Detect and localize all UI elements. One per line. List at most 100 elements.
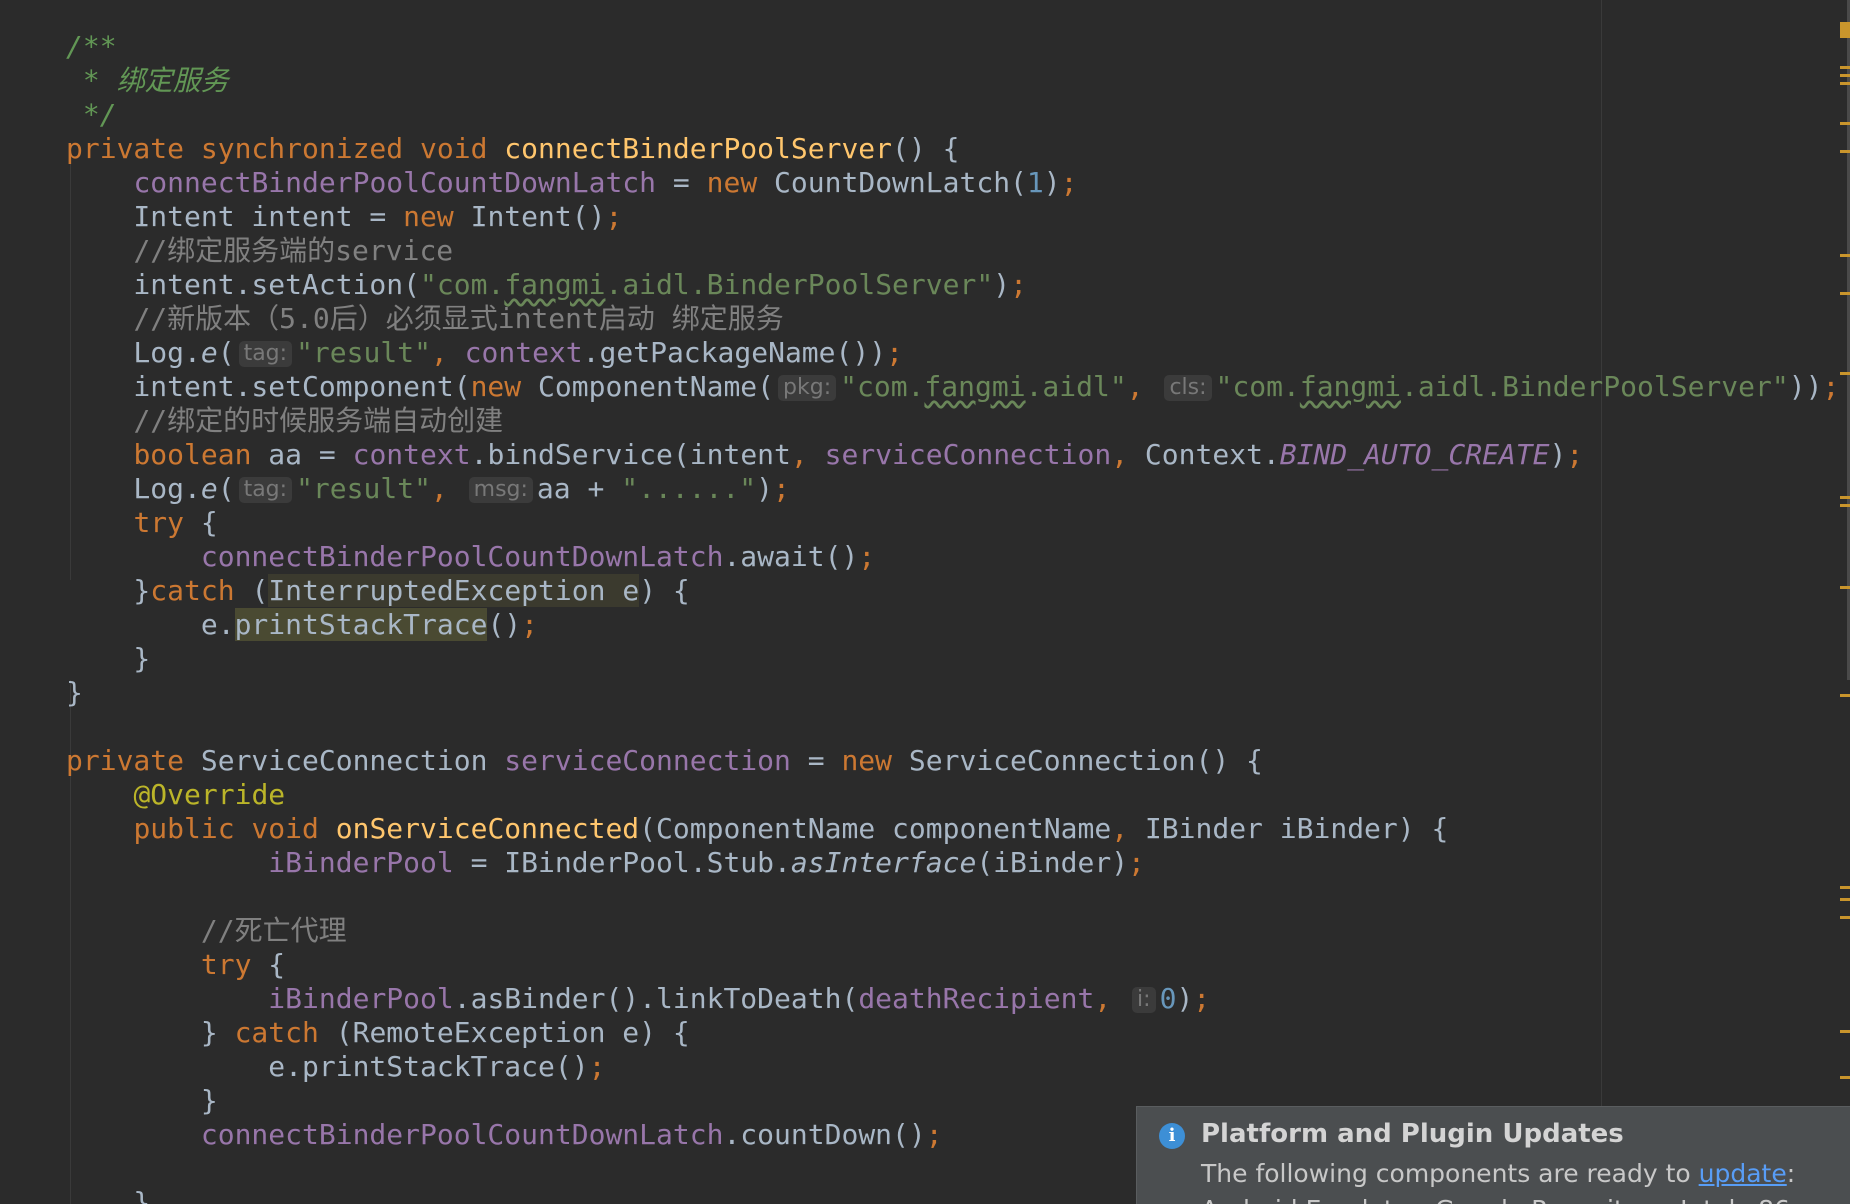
code-line[interactable]: iBinderPool = IBinderPool.Stub.asInterfa… <box>66 846 1850 880</box>
code-token: , <box>790 438 825 471</box>
code-line[interactable]: //绑定的时候服务端自动创建 <box>66 404 1850 438</box>
code-line[interactable] <box>66 710 1850 744</box>
warning-mark[interactable] <box>1840 694 1850 697</box>
code-token: ) <box>1043 166 1061 199</box>
code-token: Log. <box>66 472 201 505</box>
error-stripe[interactable] <box>1838 0 1850 1204</box>
warning-mark[interactable] <box>1840 886 1850 889</box>
code-token: //死亡代理 <box>200 914 347 947</box>
code-line[interactable]: intent.setAction("com.fangmi.aidl.Binder… <box>66 268 1850 302</box>
code-token: Context. <box>1144 438 1280 471</box>
warning-mark[interactable] <box>1840 66 1850 69</box>
warning-mark[interactable] <box>1840 22 1850 38</box>
code-token: .countDown() <box>723 1118 926 1151</box>
notification-title: Platform and Plugin Updates <box>1201 1119 1624 1149</box>
code-line[interactable]: * 绑定服务 <box>66 64 1850 98</box>
warning-mark[interactable] <box>1840 82 1850 85</box>
code-line[interactable]: e.printStackTrace(); <box>66 608 1850 642</box>
code-line[interactable]: e.printStackTrace(); <box>66 1050 1850 1084</box>
code-line[interactable]: boolean aa = context.bindService(intent,… <box>66 438 1850 472</box>
code-token: printStackTrace <box>234 608 488 641</box>
code-token: Intent() <box>470 200 606 233</box>
code-line[interactable]: */ <box>66 98 1850 132</box>
code-token: e. <box>66 608 235 641</box>
code-line[interactable]: try { <box>66 948 1850 982</box>
warning-mark[interactable] <box>1840 1076 1850 1079</box>
code-line[interactable]: Log.e(tag: "result", context.getPackageNa… <box>66 336 1850 370</box>
warning-mark[interactable] <box>1840 150 1850 153</box>
code-token: "result" <box>296 336 431 369</box>
code-line[interactable]: } catch (RemoteException e) { <box>66 1016 1850 1050</box>
code-line[interactable]: //新版本（5.0后）必须显式intent启动 绑定服务 <box>66 302 1850 336</box>
code-line[interactable]: private synchronized void connectBinderP… <box>66 132 1850 166</box>
warning-mark[interactable] <box>1840 496 1850 499</box>
code-line[interactable]: //死亡代理 <box>66 914 1850 948</box>
code-token: , <box>1126 370 1161 403</box>
code-token: ) <box>1176 982 1194 1015</box>
code-token: .getPackageName()) <box>582 336 887 369</box>
code-line[interactable]: try { <box>66 506 1850 540</box>
update-notification[interactable]: i Platform and Plugin Updates The follow… <box>1136 1106 1850 1204</box>
parameter-hint: i: <box>1132 987 1156 1013</box>
code-token: .bindService(intent <box>470 438 791 471</box>
code-token: "result" <box>296 472 431 505</box>
code-token: ; <box>886 336 903 369</box>
code-token: connectBinderPoolCountDownLatch <box>133 166 657 199</box>
code-token: fangmi <box>1299 370 1401 403</box>
code-token: ; <box>1060 166 1078 199</box>
code-line[interactable]: private ServiceConnection serviceConnect… <box>66 744 1850 778</box>
warning-mark[interactable] <box>1840 292 1850 295</box>
warning-mark[interactable] <box>1840 504 1850 507</box>
parameter-hint: tag: <box>238 477 293 503</box>
code-line[interactable]: Log.e(tag: "result", msg: aa + "......"); <box>66 472 1850 506</box>
code-line[interactable]: iBinderPool.asBinder().linkToDeath(death… <box>66 982 1850 1016</box>
code-line[interactable]: public void onServiceConnected(Component… <box>66 812 1850 846</box>
notification-body: The following components are ready to up… <box>1201 1159 1796 1188</box>
warning-mark[interactable] <box>1840 372 1850 375</box>
code-token: ServiceConnection <box>200 744 505 777</box>
code-token: ; <box>1822 370 1840 403</box>
code-token: fangmi <box>504 268 606 301</box>
code-token: new <box>403 200 471 233</box>
code-token: , <box>1111 812 1145 845</box>
warning-mark[interactable] <box>1840 898 1850 901</box>
code-token: ; <box>858 540 876 573</box>
code-line[interactable]: @Override <box>66 778 1850 812</box>
code-token: InterruptedException e <box>268 574 640 607</box>
code-line[interactable]: connectBinderPoolCountDownLatch.await(); <box>66 540 1850 574</box>
code-token: connectBinderPoolCountDownLatch <box>200 540 724 573</box>
code-line[interactable]: connectBinderPoolCountDownLatch = new Co… <box>66 166 1850 200</box>
code-token: 0 <box>1159 982 1177 1015</box>
warning-mark[interactable] <box>1840 254 1850 257</box>
code-token: } <box>66 574 151 607</box>
code-area[interactable]: /** * 绑定服务 */ private synchronized void … <box>66 30 1850 1204</box>
code-editor[interactable]: /** * 绑定服务 */ private synchronized void … <box>0 0 1850 1204</box>
code-token: //绑定的时候服务端自动创建 <box>133 404 504 437</box>
code-token: onServiceConnected <box>335 812 640 845</box>
code-line[interactable]: }catch (InterruptedException e) { <box>66 574 1850 608</box>
code-token: e <box>200 336 218 369</box>
warning-mark[interactable] <box>1840 74 1850 77</box>
code-token: ; <box>605 200 623 233</box>
code-line[interactable]: /** <box>66 30 1850 64</box>
code-line[interactable]: //绑定服务端的service <box>66 234 1850 268</box>
code-token: )) <box>1788 370 1823 403</box>
code-line[interactable] <box>66 880 1850 914</box>
code-token: //新版本（5.0后）必须显式intent启动 绑定服务 <box>133 302 784 335</box>
warning-mark[interactable] <box>1840 1030 1850 1033</box>
code-line[interactable]: Intent intent = new Intent(); <box>66 200 1850 234</box>
code-line[interactable]: } <box>66 676 1850 710</box>
code-line[interactable]: intent.setComponent(new ComponentName(pk… <box>66 370 1850 404</box>
code-line[interactable]: } <box>66 642 1850 676</box>
warning-mark[interactable] <box>1840 122 1850 125</box>
code-token: = IBinderPool.Stub. <box>453 846 791 879</box>
update-link[interactable]: update <box>1699 1159 1787 1188</box>
code-token: boolean <box>133 438 269 471</box>
code-token: = <box>656 166 707 199</box>
warning-mark[interactable] <box>1840 586 1850 589</box>
warning-mark[interactable] <box>1840 916 1850 919</box>
